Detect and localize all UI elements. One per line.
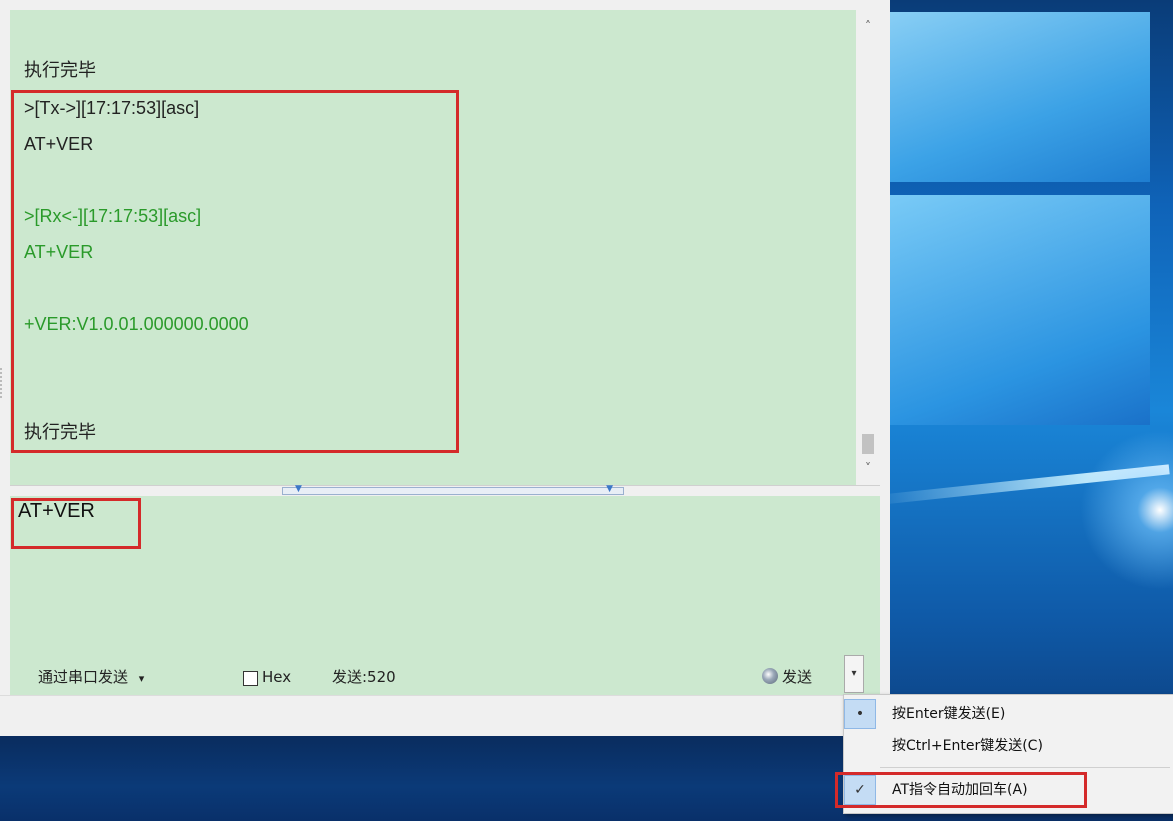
wallpaper-pane-top bbox=[890, 12, 1150, 182]
wallpaper-glow bbox=[1080, 430, 1173, 590]
left-resize-notch[interactable] bbox=[0, 368, 6, 398]
radio-dot-icon: • bbox=[855, 706, 865, 722]
desktop-bottom-band bbox=[0, 735, 890, 821]
dropdown-arrow-icon: ▾ bbox=[851, 668, 857, 679]
hex-label[interactable]: Hex bbox=[262, 667, 291, 687]
highlight-box-send bbox=[11, 498, 141, 549]
menu-item-label: 按Ctrl+Enter键发送(C) bbox=[892, 738, 1043, 754]
menu-item-ctrl-enter-send[interactable]: 按Ctrl+Enter键发送(C) bbox=[844, 731, 1173, 761]
send-toolbar: 通过串口发送 ▾ Hex 发送:520 发送 ▾ bbox=[10, 655, 880, 695]
menu-item-enter-send[interactable]: • 按Enter键发送(E) bbox=[844, 699, 1173, 729]
send-via-dropdown[interactable]: 通过串口发送 ▾ bbox=[38, 667, 144, 689]
menu-item-label: 按Enter键发送(E) bbox=[892, 706, 1006, 722]
send-count: 发送:520 bbox=[332, 668, 396, 686]
send-via-arrow-icon: ▾ bbox=[138, 672, 145, 685]
status-strip bbox=[0, 695, 890, 736]
scroll-down-icon[interactable]: ˅ bbox=[856, 458, 880, 478]
splitter-arrow-right-icon: ▼ bbox=[606, 484, 613, 494]
splitter-grip[interactable]: ▼ ▼ bbox=[282, 484, 624, 495]
menu-separator bbox=[880, 767, 1170, 768]
splitter-arrow-left-icon: ▼ bbox=[295, 484, 302, 494]
log-line-done-1: 执行完毕 bbox=[24, 60, 96, 80]
scroll-thumb[interactable] bbox=[862, 434, 874, 454]
highlight-box-log bbox=[11, 90, 459, 453]
send-icon[interactable] bbox=[762, 668, 778, 684]
send-options-dropdown-button[interactable]: ▾ bbox=[844, 655, 864, 693]
wallpaper-pane-bottom bbox=[890, 195, 1150, 425]
send-button[interactable]: 发送 bbox=[782, 667, 812, 687]
scroll-up-icon[interactable]: ˄ bbox=[856, 16, 880, 36]
hex-checkbox[interactable] bbox=[243, 671, 258, 686]
highlight-box-menu-item bbox=[835, 772, 1087, 808]
send-via-label: 通过串口发送 bbox=[38, 668, 129, 686]
receive-scrollbar[interactable]: ˄ ˅ bbox=[856, 10, 880, 485]
